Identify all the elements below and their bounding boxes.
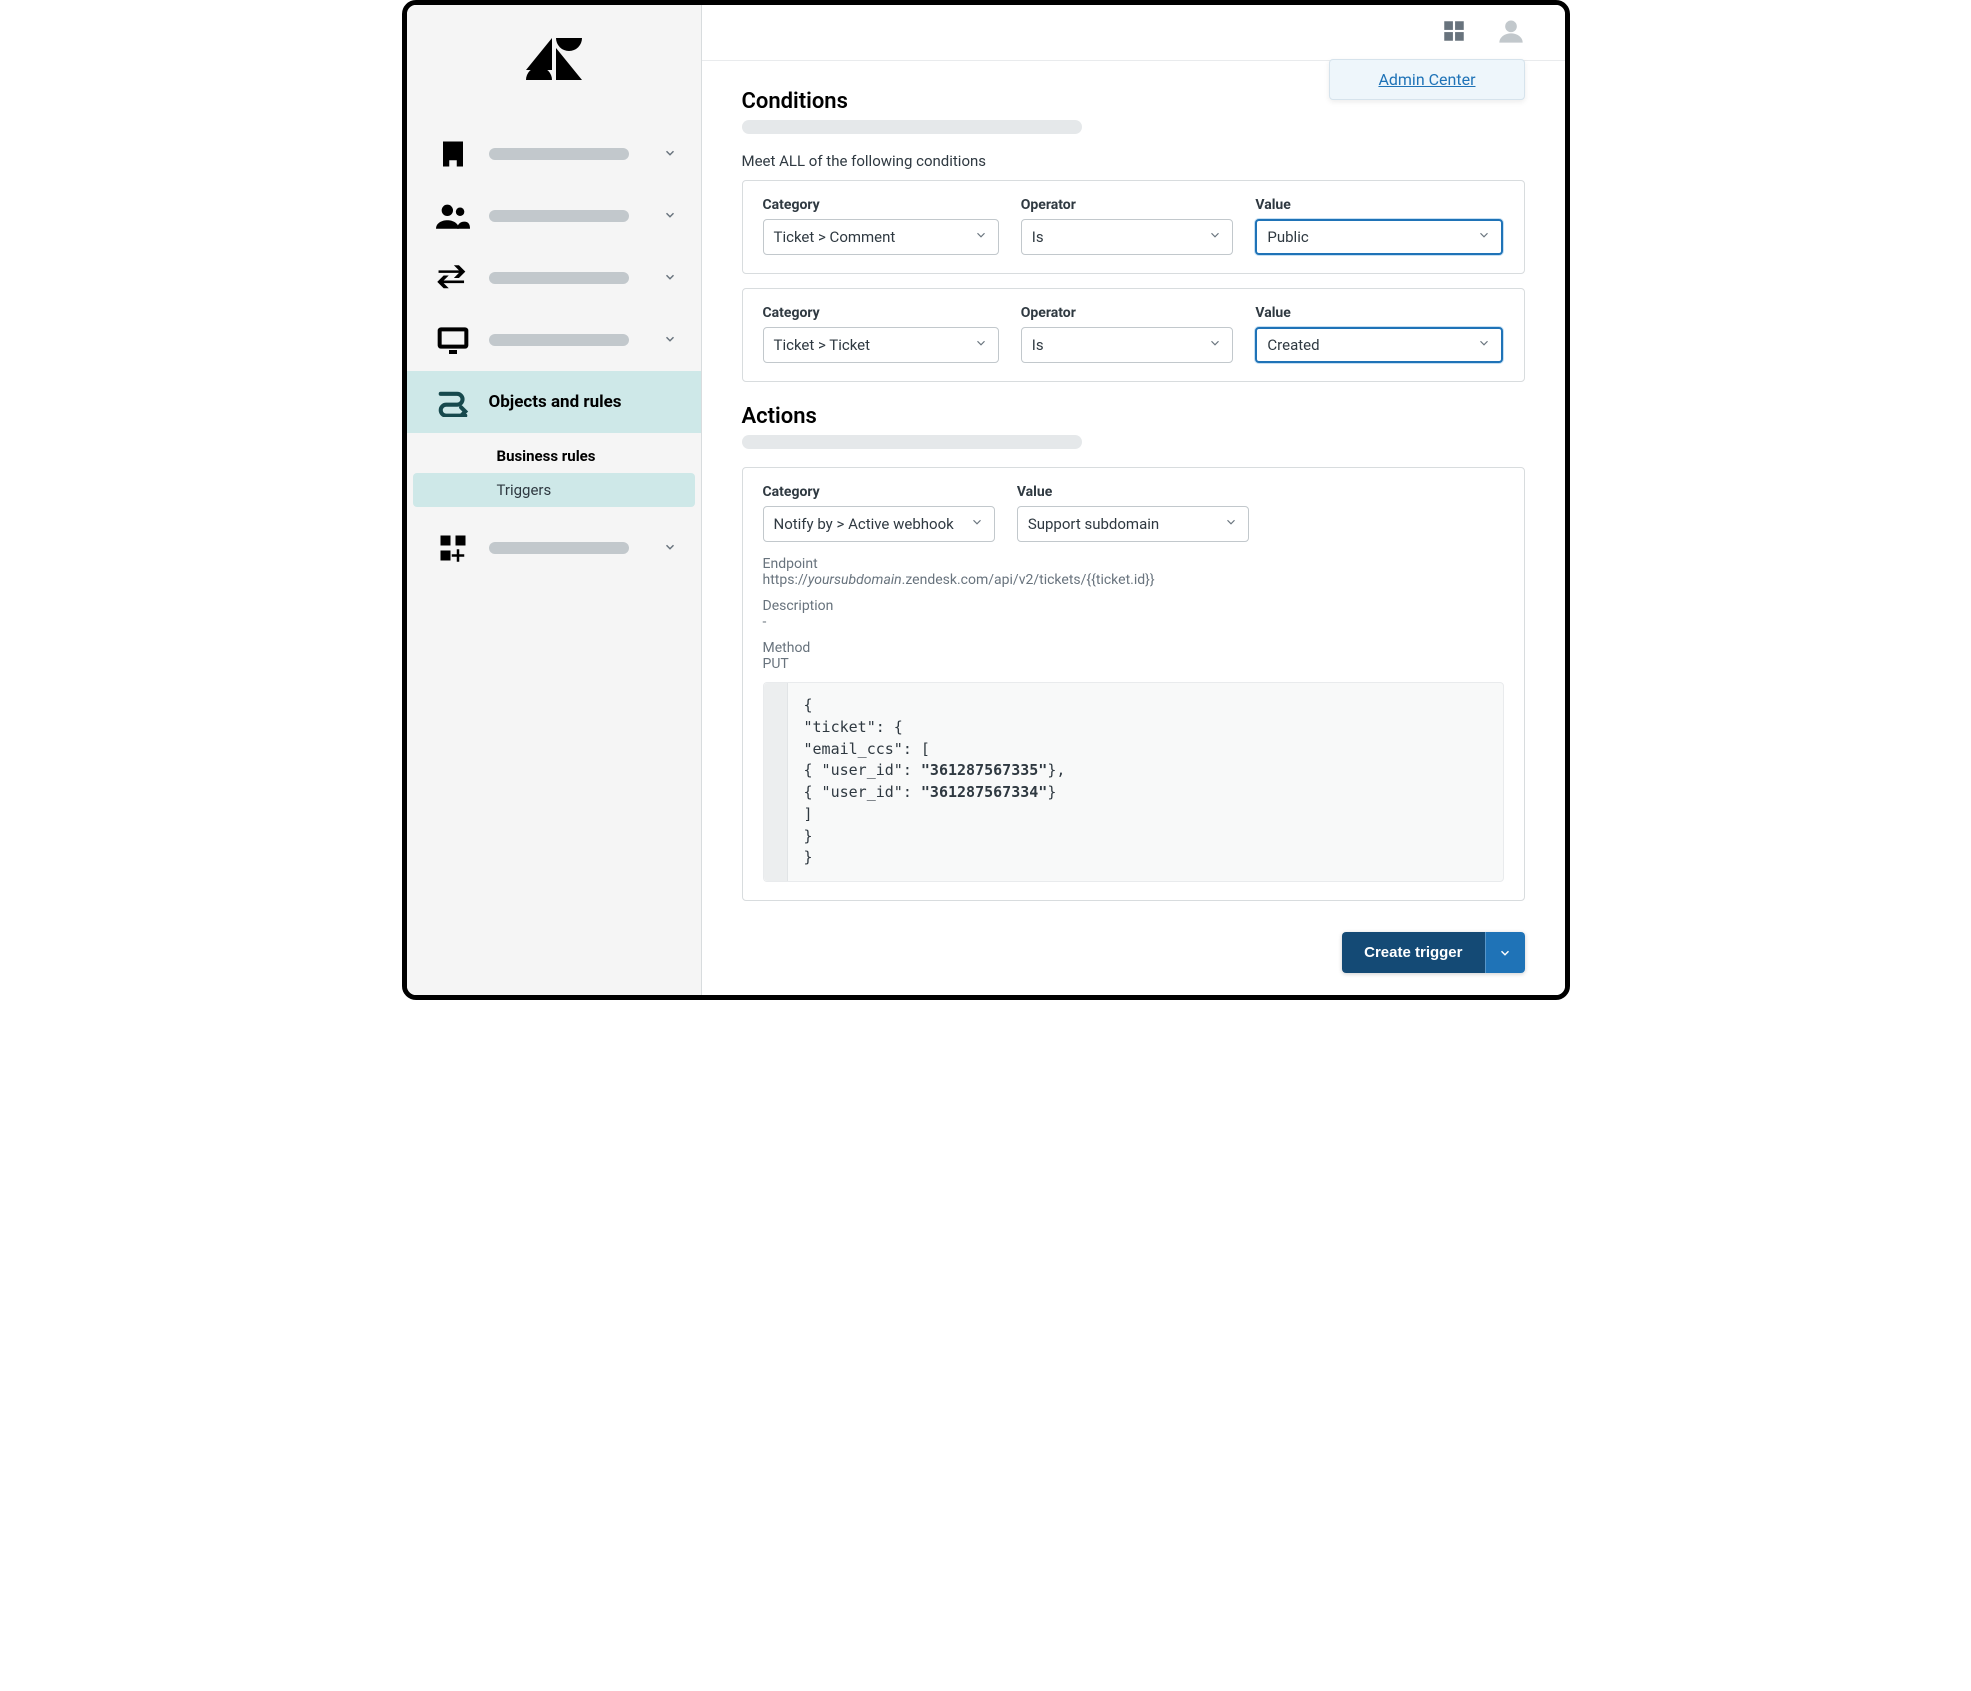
- placeholder: [489, 334, 629, 346]
- main-area: Admin Center Conditions Meet ALL of the …: [702, 5, 1565, 995]
- select-value: Is: [1032, 228, 1044, 246]
- endpoint-value: https://yoursubdomain.zendesk.com/api/v2…: [763, 572, 1504, 588]
- label-operator: Operator: [1021, 305, 1234, 321]
- conditions-all-label: Meet ALL of the following conditions: [742, 152, 1525, 170]
- monitor-icon: [435, 322, 471, 358]
- user-avatar-icon[interactable]: [1497, 17, 1525, 49]
- endpoint-label: Endpoint: [763, 556, 1504, 572]
- create-trigger-button[interactable]: Create trigger: [1342, 932, 1484, 973]
- select-action-value[interactable]: Support subdomain: [1017, 506, 1249, 542]
- chevron-down-icon: [1208, 228, 1222, 246]
- select-value: Public: [1267, 228, 1308, 246]
- select-category[interactable]: Ticket > Comment: [763, 219, 999, 255]
- people-icon: [435, 198, 471, 234]
- select-action-category[interactable]: Notify by > Active webhook: [763, 506, 995, 542]
- sidebar-item-4[interactable]: [407, 309, 701, 371]
- select-value: Notify by > Active webhook: [774, 515, 954, 533]
- create-trigger-split-button: Create trigger: [1342, 932, 1524, 973]
- label-category: Category: [763, 197, 999, 213]
- label-operator: Operator: [1021, 197, 1234, 213]
- select-category[interactable]: Ticket > Ticket: [763, 327, 999, 363]
- method-value: PUT: [763, 656, 1504, 672]
- chevron-down-icon: [663, 207, 677, 226]
- label-value: Value: [1017, 484, 1249, 500]
- description-value: -: [763, 614, 1504, 630]
- select-operator[interactable]: Is: [1021, 327, 1234, 363]
- select-value-field[interactable]: Created: [1255, 327, 1503, 363]
- code-content: { "ticket": { "email_ccs": [ { "user_id"…: [788, 683, 1082, 881]
- chevron-down-icon: [663, 331, 677, 350]
- subnav-header[interactable]: Business rules: [407, 439, 701, 473]
- apps-plus-icon: [435, 530, 471, 566]
- condition-row: Category Ticket > Ticket Operator Is: [742, 288, 1525, 382]
- label-value: Value: [1255, 197, 1503, 213]
- chevron-down-icon: [974, 228, 988, 246]
- chevron-down-icon: [974, 336, 988, 354]
- json-body[interactable]: { "ticket": { "email_ccs": [ { "user_id"…: [763, 682, 1504, 882]
- building-icon: [435, 136, 471, 172]
- chevron-down-icon: [1477, 336, 1491, 354]
- placeholder: [742, 435, 1082, 449]
- select-value: Support subdomain: [1028, 515, 1159, 533]
- chevron-down-icon: [1477, 228, 1491, 246]
- chevron-down-icon: [1224, 515, 1238, 533]
- sidebar-item-2[interactable]: [407, 185, 701, 247]
- routing-icon: [435, 384, 471, 420]
- select-value: Is: [1032, 336, 1044, 354]
- sidebar-item-6[interactable]: [407, 517, 701, 579]
- method-label: Method: [763, 640, 1504, 656]
- sidebar-nav: Objects and rules Business rules Trigger…: [407, 113, 701, 579]
- arrows-icon: [435, 260, 471, 296]
- sidebar-subnav: Business rules Triggers: [407, 433, 701, 517]
- sidebar-item-objects-rules[interactable]: Objects and rules: [407, 371, 701, 433]
- placeholder: [489, 210, 629, 222]
- chevron-down-icon: [663, 539, 677, 558]
- brand-logo: [407, 5, 701, 113]
- content: Conditions Meet ALL of the following con…: [702, 61, 1565, 916]
- app-window: Objects and rules Business rules Trigger…: [402, 0, 1570, 1000]
- condition-row: Category Ticket > Comment Operator Is: [742, 180, 1525, 274]
- label-value: Value: [1255, 305, 1503, 321]
- action-row: Category Notify by > Active webhook Valu…: [742, 467, 1525, 901]
- chevron-down-icon: [663, 269, 677, 288]
- placeholder: [742, 120, 1082, 134]
- footer: Create trigger: [702, 916, 1565, 995]
- sidebar-item-1[interactable]: [407, 123, 701, 185]
- label-category: Category: [763, 305, 999, 321]
- sidebar-item-3[interactable]: [407, 247, 701, 309]
- topbar: [702, 5, 1565, 61]
- admin-center-pill: Admin Center: [1329, 59, 1524, 100]
- chevron-down-icon: [663, 145, 677, 164]
- actions-title: Actions: [742, 404, 1525, 429]
- select-value: Ticket > Comment: [774, 228, 896, 246]
- select-value: Created: [1267, 336, 1319, 354]
- subnav-item-triggers[interactable]: Triggers: [413, 473, 695, 507]
- admin-center-link[interactable]: Admin Center: [1378, 70, 1475, 89]
- placeholder: [489, 542, 629, 554]
- select-operator[interactable]: Is: [1021, 219, 1234, 255]
- placeholder: [489, 272, 629, 284]
- select-value-field[interactable]: Public: [1255, 219, 1503, 255]
- chevron-down-icon: [1208, 336, 1222, 354]
- select-value: Ticket > Ticket: [774, 336, 871, 354]
- chevron-down-icon: [970, 515, 984, 533]
- sidebar-item-label: Objects and rules: [489, 392, 622, 412]
- label-category: Category: [763, 484, 995, 500]
- sidebar: Objects and rules Business rules Trigger…: [407, 5, 702, 995]
- create-trigger-dropdown[interactable]: [1485, 932, 1525, 973]
- apps-grid-icon[interactable]: [1441, 18, 1467, 48]
- code-gutter: [764, 683, 788, 881]
- placeholder: [489, 148, 629, 160]
- description-label: Description: [763, 598, 1504, 614]
